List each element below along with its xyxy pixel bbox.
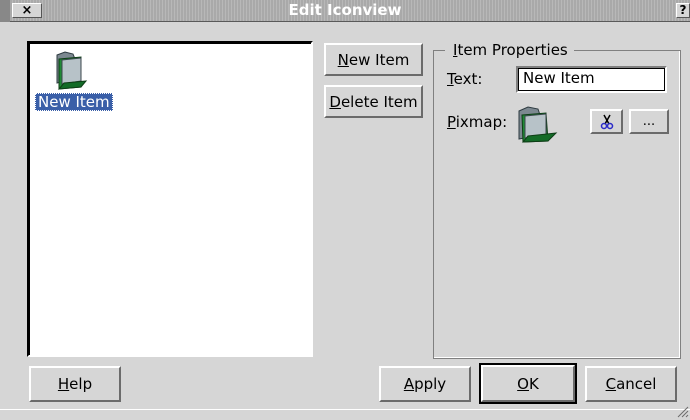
ok-button[interactable]: OK bbox=[479, 363, 577, 404]
new-item-mnemonic: N bbox=[337, 50, 349, 69]
iconview-item[interactable]: New Item bbox=[35, 49, 115, 111]
text-label: Text: bbox=[447, 70, 483, 88]
item-properties-title: Item Properties bbox=[445, 41, 574, 59]
help-button[interactable]: Help bbox=[29, 366, 121, 402]
browse-pixmap-button[interactable]: ... bbox=[629, 109, 669, 134]
new-item-label: ew Item bbox=[348, 50, 410, 69]
delete-item-button[interactable]: Delete Item bbox=[324, 85, 423, 118]
cancel-button[interactable]: Cancel bbox=[585, 366, 677, 402]
pixmap-folder-icon bbox=[518, 106, 558, 143]
ok-button-bevel bbox=[481, 365, 575, 402]
scissors-icon bbox=[600, 114, 613, 129]
clear-pixmap-button[interactable] bbox=[590, 109, 623, 134]
item-text-field[interactable]: New Item bbox=[516, 66, 667, 93]
iconview-preview[interactable]: New Item bbox=[27, 41, 313, 357]
new-item-button[interactable]: New Item bbox=[324, 43, 423, 76]
item-properties-group bbox=[433, 50, 681, 359]
apply-button[interactable]: Apply bbox=[379, 366, 471, 402]
window-title: Edit Iconview bbox=[288, 1, 402, 19]
browse-label: ... bbox=[642, 114, 656, 129]
iconview-item-label: New Item bbox=[35, 93, 113, 111]
folder-icon bbox=[56, 51, 88, 90]
delete-item-mnemonic: D bbox=[329, 92, 341, 111]
title-bar[interactable]: × Edit Iconview ? bbox=[0, 0, 690, 22]
help-question-icon[interactable]: ? bbox=[676, 3, 690, 18]
status-strip bbox=[0, 409, 690, 420]
resize-grip-icon[interactable] bbox=[675, 404, 689, 418]
delete-item-label: elete Item bbox=[340, 92, 418, 111]
pixmap-label: Pixmap: bbox=[447, 113, 508, 131]
